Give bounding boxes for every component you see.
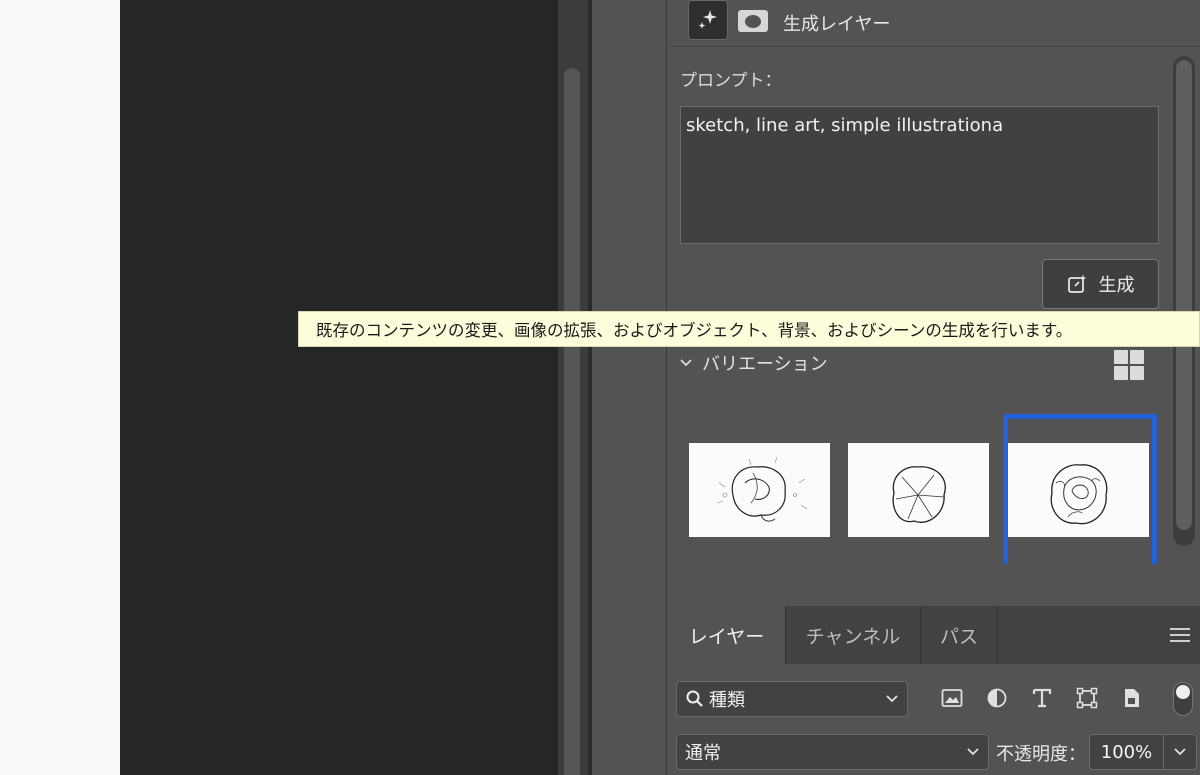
opacity-field[interactable]: 100% bbox=[1089, 734, 1197, 770]
layers-panel: レイヤー チャンネル パス 種類 通常 不透明度： 100% bbox=[668, 606, 1200, 775]
variation-thumbnail[interactable] bbox=[689, 443, 830, 537]
opacity-dropdown[interactable] bbox=[1164, 745, 1196, 759]
generate-icon bbox=[1067, 274, 1086, 293]
panel-gutter bbox=[592, 0, 667, 775]
canvas-area[interactable] bbox=[120, 0, 558, 775]
selection-highlight bbox=[1003, 414, 1157, 564]
chevron-down-icon bbox=[680, 359, 692, 367]
layer-filter-select[interactable]: 種類 bbox=[676, 681, 908, 717]
shape-layer-filter-icon[interactable] bbox=[1075, 686, 1099, 710]
divider bbox=[666, 0, 667, 775]
properties-scrollbar[interactable] bbox=[1173, 56, 1195, 546]
properties-panel: 生成レイヤー プロンプト： sketch, line art, simple i… bbox=[668, 0, 1200, 606]
generative-layer-button[interactable] bbox=[688, 0, 728, 40]
prompt-label: プロンプト： bbox=[680, 71, 782, 91]
properties-scrollbar-thumb[interactable] bbox=[1176, 60, 1192, 530]
type-layer-filter-icon[interactable] bbox=[1030, 686, 1054, 710]
mask-icon[interactable] bbox=[738, 10, 768, 32]
variations-label: バリエーション bbox=[702, 354, 828, 375]
pixel-layer-filter-icon[interactable] bbox=[940, 686, 964, 710]
canvas-scrollbar-thumb[interactable] bbox=[564, 68, 580, 775]
adjustment-layer-filter-icon[interactable] bbox=[985, 686, 1009, 710]
chevron-down-icon bbox=[967, 748, 979, 756]
tab-layers[interactable]: レイヤー bbox=[668, 606, 786, 664]
properties-header: 生成レイヤー bbox=[668, 0, 1200, 46]
chevron-down-icon bbox=[1174, 748, 1186, 756]
smart-object-filter-icon[interactable] bbox=[1120, 686, 1144, 710]
blend-mode-value: 通常 bbox=[685, 743, 721, 764]
filter-toggle[interactable] bbox=[1173, 682, 1193, 716]
canvas-scrollbar[interactable] bbox=[558, 0, 592, 775]
variation-thumbnail[interactable] bbox=[848, 443, 989, 537]
filter-value: 種類 bbox=[709, 690, 745, 711]
blend-mode-select[interactable]: 通常 bbox=[676, 734, 989, 770]
prompt-textarea[interactable]: sketch, line art, simple illustrationa bbox=[680, 106, 1159, 244]
generate-button[interactable]: 生成 bbox=[1042, 259, 1159, 309]
opacity-value[interactable]: 100% bbox=[1090, 735, 1164, 769]
generate-label: 生成 bbox=[1098, 275, 1135, 296]
sparkle-icon bbox=[698, 10, 717, 29]
opacity-label: 不透明度： bbox=[996, 744, 1086, 765]
search-icon bbox=[686, 690, 703, 707]
divider bbox=[668, 46, 1200, 47]
layer-type-label: 生成レイヤー bbox=[783, 14, 891, 35]
generate-tooltip: 既存のコンテンツの変更、画像の拡張、およびオブジェクト、背景、およびシーンの生成… bbox=[298, 311, 1200, 347]
layers-tabbar: レイヤー チャンネル パス bbox=[668, 606, 1200, 664]
variations-header[interactable]: バリエーション bbox=[678, 350, 828, 376]
grid-view-icon[interactable] bbox=[1114, 350, 1144, 380]
chevron-down-icon bbox=[886, 695, 898, 703]
document-background bbox=[0, 0, 120, 775]
tab-channels[interactable]: チャンネル bbox=[786, 606, 921, 664]
panel-menu-icon[interactable] bbox=[1170, 628, 1190, 642]
tab-paths[interactable]: パス bbox=[921, 606, 998, 664]
